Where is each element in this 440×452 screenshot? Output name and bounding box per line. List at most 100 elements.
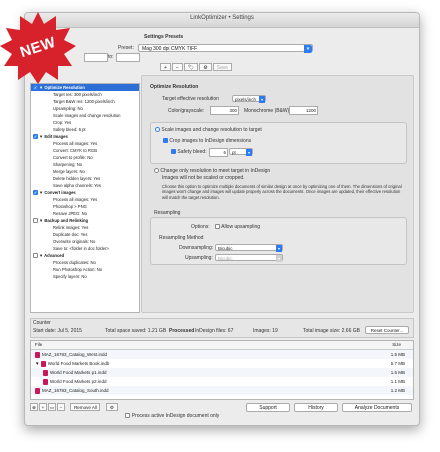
options-label: Options: [191, 224, 210, 230]
upsampling-select[interactable]: Bicubic ▾ [215, 254, 283, 262]
tree-category[interactable]: ✓ ▼ Edit Images [31, 133, 139, 140]
checkbox-off-icon [125, 413, 131, 419]
tree-item-label: Sharpening: No [53, 162, 83, 167]
bleed-field[interactable]: 6 [209, 148, 228, 157]
file-name: World Food Markets p1.indd [50, 370, 107, 375]
range-to-field[interactable] [116, 53, 140, 62]
tree-category[interactable]: ▼ Advanced [31, 252, 139, 259]
section-title: Optimize Resolution [150, 84, 199, 90]
reset-counter-button[interactable]: Reset Counter... [365, 326, 409, 334]
support-button[interactable]: Support [246, 403, 290, 412]
tree-item[interactable]: Save alpha channels: Yes [31, 182, 139, 189]
tag-icon[interactable]: 🏷 [183, 63, 199, 71]
change-radio[interactable]: Change only resolution to meet target in… [154, 168, 270, 174]
tree-item[interactable]: Process all images: Yes [31, 196, 139, 203]
tree-item[interactable]: Target res: 300 pixels/inch [31, 91, 139, 98]
remove-all-button[interactable]: Remove All [70, 403, 101, 411]
bleed-checkbox[interactable]: Safety bleed: [171, 149, 207, 155]
crop-checkbox[interactable]: Crop images to InDesign dimensions [163, 138, 251, 144]
bleed-unit-select[interactable]: pt ▾ [229, 148, 253, 156]
tree-item[interactable]: Process duplicates: No [31, 259, 139, 266]
crop-label: Crop images to InDesign dimensions [169, 138, 252, 144]
tree-item-label: Resave JPEG: No [53, 211, 87, 216]
tree-item[interactable]: Process all images: Yes [31, 140, 139, 147]
tree-item[interactable]: Safety bleed: 6 pt [31, 126, 139, 133]
process-active-checkbox[interactable]: Process active InDesign document only [125, 413, 219, 419]
checkbox-off-icon[interactable] [33, 218, 38, 224]
tree-category[interactable]: ✓ ▼ Convert images [31, 189, 139, 196]
method-title: Resampling Method [159, 235, 204, 241]
disclosure-triangle-icon[interactable]: ▼ [35, 361, 41, 366]
file-size: 1.1 MB [390, 379, 405, 384]
gear-icon[interactable]: ⚙ [105, 403, 118, 411]
analyze-documents-button[interactable]: Analyze Documents [342, 403, 412, 412]
tree-item[interactable]: Relink images: Yes [31, 224, 139, 231]
tree-item[interactable]: Scale images and change resolution [31, 112, 139, 119]
file-list: File Size MAZ_16783_Catalog_West.indd 1.5… [30, 340, 414, 400]
tree-item[interactable]: Overwrite originals: No [31, 238, 139, 245]
tree-item-label: Upsampling: No [53, 106, 83, 111]
tree-item[interactable]: Save to: <folder in doc folder> [31, 245, 139, 252]
down-label: Downsampling: [179, 245, 214, 251]
add-file-icon[interactable]: ⊕ [30, 403, 38, 411]
checkbox-on-icon[interactable]: ✓ [33, 134, 38, 140]
history-button[interactable]: History [294, 403, 338, 412]
file-row[interactable]: ▼ World Food Markets Book.indb 5.7 MB [31, 359, 413, 368]
file-row[interactable]: World Food Markets p1.indd 1.5 MB [31, 368, 413, 377]
scale-box: Scale images and change resolution to ta… [150, 122, 407, 164]
checkbox-on-icon[interactable]: ✓ [33, 190, 38, 196]
tree-item[interactable]: Crop: Yes [31, 119, 139, 126]
window-title: LinkOptimizer • Settings [190, 15, 254, 21]
allow-upsampling-checkbox[interactable]: Allow upsampling [215, 224, 260, 230]
file-name: MAZ_16783_Catalog_West.indd [42, 352, 107, 357]
resampling-box: Options: Allow upsampling Resampling Met… [150, 217, 407, 265]
checkbox-off-icon[interactable] [33, 253, 38, 259]
add-preset-button[interactable]: + [160, 63, 171, 71]
tree-item-label: Specify layers: No [53, 274, 87, 279]
color-label: Color/grayscale: [168, 108, 205, 114]
add-folder-icon[interactable]: ▭ [48, 403, 56, 411]
header-file[interactable]: File [35, 341, 42, 349]
file-row[interactable]: MAZ_16783_Catalog_South.indd 1.2 MB [31, 386, 413, 395]
tree-category[interactable]: ▼ Backup and Relinking [31, 217, 139, 224]
remove-preset-button[interactable]: − [171, 63, 183, 71]
tree-item[interactable]: Run Photoshop Action: No [31, 266, 139, 273]
tree-item[interactable]: Merge layers: No [31, 168, 139, 175]
tree-item[interactable]: Photoshop > PNG [31, 203, 139, 210]
unit-select[interactable]: pixels/inch ▾ [232, 95, 266, 103]
range-from-field[interactable] [84, 53, 108, 62]
scale-radio[interactable]: Scale images and change resolution to ta… [155, 127, 262, 133]
tree-item-label: Overwrite originals: No [53, 239, 96, 244]
tree-item-label: Backup and Relinking [44, 218, 89, 223]
checkbox-on-icon [163, 138, 168, 144]
file-row[interactable]: World Food Markets p2.indd 1.1 MB [31, 377, 413, 386]
tree-item-label: Target res: 300 pixels/inch [53, 92, 102, 97]
gear-icon[interactable]: ⚙ [199, 63, 212, 71]
checkbox-on-icon [171, 149, 176, 155]
header-size[interactable]: Size [392, 341, 401, 349]
tree-item[interactable]: Specify layers: No [31, 273, 139, 280]
file-size: 1.5 MB [390, 352, 405, 357]
file-row[interactable]: MAZ_16783_Catalog_West.indd 1.5 MB [31, 350, 413, 359]
tree-item[interactable]: Sharpening: No [31, 161, 139, 168]
add-doc-icon[interactable]: + [39, 403, 47, 411]
resampling-title: Resampling [154, 210, 181, 216]
tree-item[interactable]: Duplicate doc: Yes [31, 231, 139, 238]
tree-item[interactable]: Upsampling: No [31, 105, 139, 112]
tree-item[interactable]: Delete hidden layers: Yes [31, 175, 139, 182]
tree-item[interactable]: Convert to profile: No [31, 154, 139, 161]
tree-item-label: Process all images: Yes [53, 197, 98, 202]
tree-item[interactable]: Resave JPEG: No [31, 210, 139, 217]
file-name: World Food Markets Book.indb [47, 361, 110, 366]
tree-item-label: Safety bleed: 6 pt [53, 127, 86, 132]
tree-item[interactable]: Target B&W res: 1200 pixels/inch [31, 98, 139, 105]
preset-value: Mag 300 dpi CMYK TIFF [142, 46, 198, 52]
save-preset-button[interactable]: Save [212, 63, 233, 71]
downsampling-select[interactable]: Bicubic ▾ [215, 244, 283, 252]
tree-item[interactable]: Convert: CMYK to RGB [31, 147, 139, 154]
remove-icon[interactable]: − [57, 403, 65, 411]
mono-res-field[interactable]: 1200 [289, 106, 318, 115]
color-res-field[interactable]: 300 [210, 106, 239, 115]
chevron-down-icon: ▾ [246, 149, 252, 156]
preset-select[interactable]: Mag 300 dpi CMYK TIFF ▾ [138, 44, 313, 53]
